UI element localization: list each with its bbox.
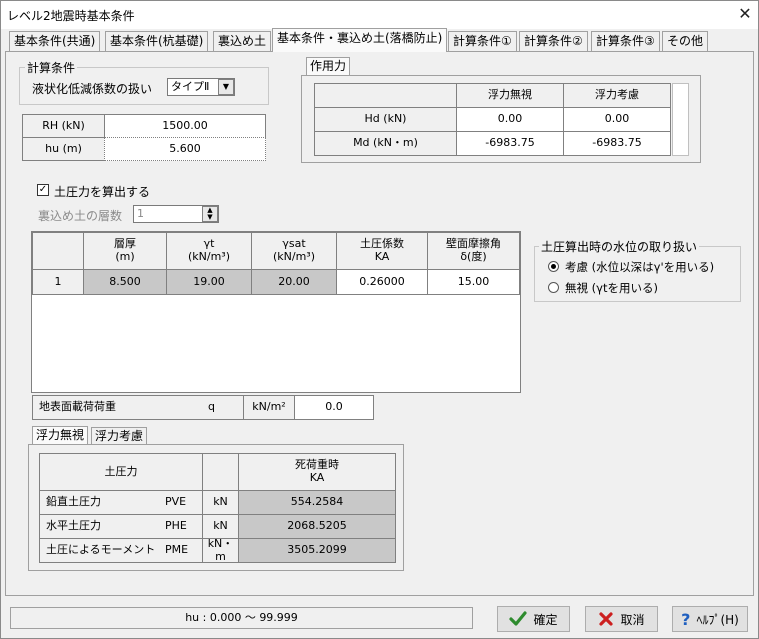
- header-unit: (kN/m³): [272, 250, 315, 263]
- layer-count-label: 裏込め土の層数: [38, 209, 123, 223]
- header-unit: KA: [374, 250, 390, 263]
- water-level-consider-label: 考慮 (水位以深はγ'を用いる): [565, 260, 715, 274]
- pve-label-cell: 鉛直土圧力 PVE: [39, 490, 203, 515]
- tab-basic-pile[interactable]: 基本条件(杭基礎): [105, 31, 209, 51]
- pve-label: 鉛直土圧力: [46, 495, 101, 509]
- tab-calc-2[interactable]: 計算条件②: [519, 31, 588, 51]
- pme-unit: kN・m: [202, 537, 239, 563]
- hu-input[interactable]: 5.600: [104, 137, 266, 161]
- surcharge-symbol: q: [208, 400, 215, 414]
- pme-label-cell: 土圧によるモーメント PME: [39, 538, 203, 563]
- phe-unit: kN: [202, 514, 239, 539]
- phe-value: 2068.5205: [238, 514, 396, 539]
- tab-calc-1[interactable]: 計算条件①: [448, 31, 517, 51]
- surcharge-label: 地表面載荷荷重: [39, 400, 116, 414]
- tab-other[interactable]: その他: [662, 31, 709, 51]
- layer-thickness: 8.500: [83, 269, 167, 295]
- chevron-down-icon[interactable]: ▼: [218, 79, 234, 95]
- layer-header-delta: 壁面摩擦角 δ(度): [427, 232, 520, 270]
- tab-result-buoyancy[interactable]: 浮力考慮: [91, 427, 148, 445]
- layer-row-index: 1: [32, 269, 84, 295]
- force-header-no-buoyancy: 浮力無視: [456, 83, 564, 108]
- tab-basic-common[interactable]: 基本条件(共通): [9, 31, 101, 51]
- water-level-consider-radio[interactable]: [548, 261, 559, 272]
- layer-count-value: 1: [137, 207, 144, 220]
- layer-gamma-t: 19.00: [166, 269, 252, 295]
- cancel-label: 取消: [620, 612, 645, 627]
- layer-header-thickness: 層厚 (m): [83, 232, 167, 270]
- ok-label: 確定: [533, 612, 558, 627]
- md-label: Md (kN・m): [314, 131, 457, 156]
- pme-symbol: PME: [165, 543, 189, 557]
- surcharge-unit: kN/m²: [243, 395, 295, 420]
- md-buoyancy[interactable]: -6983.75: [563, 131, 671, 156]
- cancel-button[interactable]: 取消: [585, 606, 658, 632]
- layer-header-gamma-t: γt (kN/m³): [166, 232, 252, 270]
- hd-no-buoyancy[interactable]: 0.00: [456, 107, 564, 132]
- layer-header-gamma-sat: γsat (kN/m³): [251, 232, 337, 270]
- result-header-unit: [202, 453, 239, 491]
- phe-label-cell: 水平土圧力 PHE: [39, 514, 203, 539]
- header-unit: (m): [115, 250, 135, 263]
- force-table-filler: [672, 83, 689, 156]
- tab-force[interactable]: 作用力: [306, 57, 351, 75]
- calc-conditions-legend: 計算条件: [25, 59, 78, 76]
- hd-label: Hd (kN): [314, 107, 457, 132]
- liquefaction-value: タイプⅡ: [171, 80, 210, 93]
- window-title: レベル2地震時基本条件: [7, 9, 135, 23]
- tab-result-no-buoyancy[interactable]: 浮力無視: [32, 426, 89, 444]
- check-icon: [509, 611, 528, 626]
- x-icon: [599, 612, 614, 626]
- pve-unit: kN: [202, 490, 239, 515]
- force-header-buoyancy: 浮力考慮: [563, 83, 671, 108]
- earth-pressure-label: 土圧力を算出する: [54, 185, 151, 199]
- force-header-blank: [314, 83, 457, 108]
- help-button[interactable]: ? ﾍﾙﾌﾟ(H): [672, 606, 748, 632]
- surcharge-input[interactable]: 0.0: [294, 395, 374, 420]
- layer-header-index: [32, 232, 84, 270]
- dialog-window: レベル2地震時基本条件 ✕ 基本条件(共通) 基本条件(杭基礎) 裏込め土 基本…: [0, 0, 759, 639]
- tab-bridge-fall-prevention[interactable]: 基本条件・裏込め土(落橋防止): [272, 28, 448, 52]
- status-bar: hu : 0.000 〜 99.999: [10, 607, 473, 629]
- surcharge-label-cell: 地表面載荷荷重 q: [32, 395, 244, 420]
- pve-symbol: PVE: [165, 495, 187, 509]
- question-icon: ?: [681, 609, 691, 629]
- close-icon[interactable]: ✕: [735, 4, 755, 24]
- header-sub: KA: [309, 471, 325, 484]
- earth-pressure-checkbox[interactable]: ✓: [37, 184, 49, 196]
- help-label: ﾍﾙﾌﾟ(H): [696, 612, 739, 627]
- rh-label: RH (kN): [22, 114, 105, 138]
- layer-ka-input[interactable]: 0.26000: [336, 269, 428, 295]
- spinner-arrows-icon[interactable]: ▲ ▼: [202, 206, 218, 222]
- md-no-buoyancy[interactable]: -6983.75: [456, 131, 564, 156]
- header-unit: (kN/m³): [187, 250, 230, 263]
- water-level-ignore-label: 無視 (γtを用いる): [565, 281, 658, 295]
- ok-button[interactable]: 確定: [497, 606, 570, 632]
- header-unit: δ(度): [460, 250, 487, 263]
- pme-value: 3505.2099: [238, 538, 396, 563]
- pme-label: 土圧によるモーメント: [46, 543, 156, 557]
- phe-label: 水平土圧力: [46, 519, 101, 533]
- layer-header-ka: 土圧係数 KA: [336, 232, 428, 270]
- water-level-ignore-radio[interactable]: [548, 282, 559, 293]
- pve-value: 554.2584: [238, 490, 396, 515]
- phe-symbol: PHE: [165, 519, 187, 533]
- hd-buoyancy[interactable]: 0.00: [563, 107, 671, 132]
- title-bar: レベル2地震時基本条件 ✕: [1, 1, 758, 29]
- result-header-label: 土圧力: [39, 453, 203, 491]
- tab-backfill[interactable]: 裏込め土: [213, 31, 272, 51]
- liquefaction-label: 液状化低減係数の扱い: [32, 82, 153, 96]
- water-level-legend: 土圧算出時の水位の取り扱い: [539, 238, 700, 255]
- result-header-dead-load: 死荷重時 KA: [238, 453, 396, 491]
- layer-delta-input[interactable]: 15.00: [427, 269, 520, 295]
- hu-label: hu (m): [22, 137, 105, 161]
- tab-calc-3[interactable]: 計算条件③: [591, 31, 660, 51]
- layer-gamma-sat: 20.00: [251, 269, 337, 295]
- rh-input[interactable]: 1500.00: [104, 114, 266, 138]
